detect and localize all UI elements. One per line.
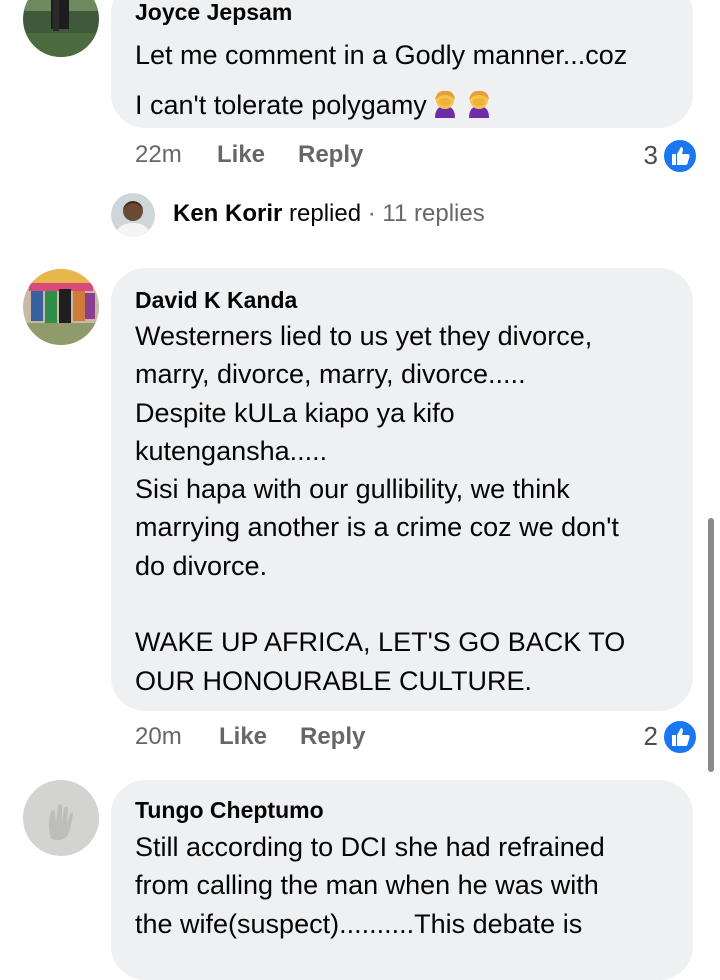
- reply-count: 11 replies: [382, 200, 485, 227]
- comment-text: Let me comment in a Godly manner...coz I…: [135, 30, 627, 130]
- comment-line: I can't tolerate polygamy: [135, 80, 627, 130]
- comment-line: Sisi hapa with our gullibility, we think: [135, 474, 570, 505]
- thumbs-up-icon: [662, 719, 698, 755]
- comment-bubble: Joyce Jepsam Let me comment in a Godly m…: [111, 0, 693, 128]
- reaction-count[interactable]: 2: [620, 719, 698, 755]
- like-button[interactable]: Like: [219, 722, 267, 752]
- comment-timestamp: 22m: [135, 141, 182, 168]
- reply-button[interactable]: Reply: [298, 140, 363, 170]
- thumbs-up-icon: [662, 138, 698, 174]
- comment-text: Still according to DCI she had refrained…: [135, 828, 605, 943]
- facepalm-woman-emoji: [463, 86, 495, 118]
- comment-line: Let me comment in a Godly manner...coz: [135, 40, 628, 70]
- reply-separator: ·: [367, 200, 376, 227]
- reaction-number: 3: [643, 140, 658, 170]
- reply-author: Ken Korir: [173, 200, 283, 227]
- comment-bubble: David K Kanda Westerners lied to us yet …: [111, 268, 693, 711]
- avatar[interactable]: [23, 269, 99, 345]
- comment-bubble: Tungo Cheptumo Still according to DCI sh…: [111, 780, 693, 980]
- like-button[interactable]: Like: [217, 140, 265, 170]
- reaction-count[interactable]: 3: [620, 138, 698, 174]
- reply-action: replied: [289, 200, 362, 227]
- avatar[interactable]: [23, 780, 99, 856]
- comment-line: WAKE UP AFRICA, LET'S GO BACK TO: [135, 627, 626, 658]
- facepalm-woman-emoji: [429, 86, 461, 118]
- comment-line: marry, divorce, marry, divorce.....: [135, 359, 526, 390]
- comment-line-text: I can't tolerate polygamy: [135, 90, 427, 120]
- comment-line: do divorce.: [135, 550, 268, 581]
- comment-author[interactable]: David K Kanda: [135, 284, 297, 316]
- comment-line: Westerners lied to us yet they divorce,: [135, 321, 593, 351]
- comment-line: from calling the man when he was with: [135, 870, 599, 901]
- comment-line: [135, 585, 625, 623]
- comment-line: marrying another is a crime coz we don't: [135, 512, 619, 543]
- comment-actions: 22m Like Reply: [135, 140, 435, 170]
- reply-thread-link[interactable]: Ken Korir replied · 11 replies: [173, 199, 485, 229]
- comment-text: Westerners lied to us yet they divorce, …: [135, 317, 625, 700]
- avatar[interactable]: [111, 193, 155, 237]
- scrollbar[interactable]: [708, 518, 714, 772]
- comment-line: Despite kULa kiapo ya kifo: [135, 397, 455, 428]
- comment-line: the wife(suspect)..........This debate i…: [135, 908, 583, 939]
- comment-line: kutengansha.....: [135, 435, 328, 466]
- reply-button[interactable]: Reply: [300, 722, 365, 752]
- comment-author[interactable]: Tungo Cheptumo: [135, 794, 324, 826]
- comment-timestamp: 20m: [135, 723, 182, 750]
- comment-actions: 20m Like Reply: [135, 722, 435, 752]
- comment-author[interactable]: Joyce Jepsam: [135, 0, 292, 28]
- avatar[interactable]: [23, 0, 99, 57]
- comment-line: Still according to DCI she had refrained: [135, 832, 605, 862]
- comment-line: OUR HONOURABLE CULTURE.: [135, 665, 533, 696]
- reaction-number: 2: [643, 721, 658, 751]
